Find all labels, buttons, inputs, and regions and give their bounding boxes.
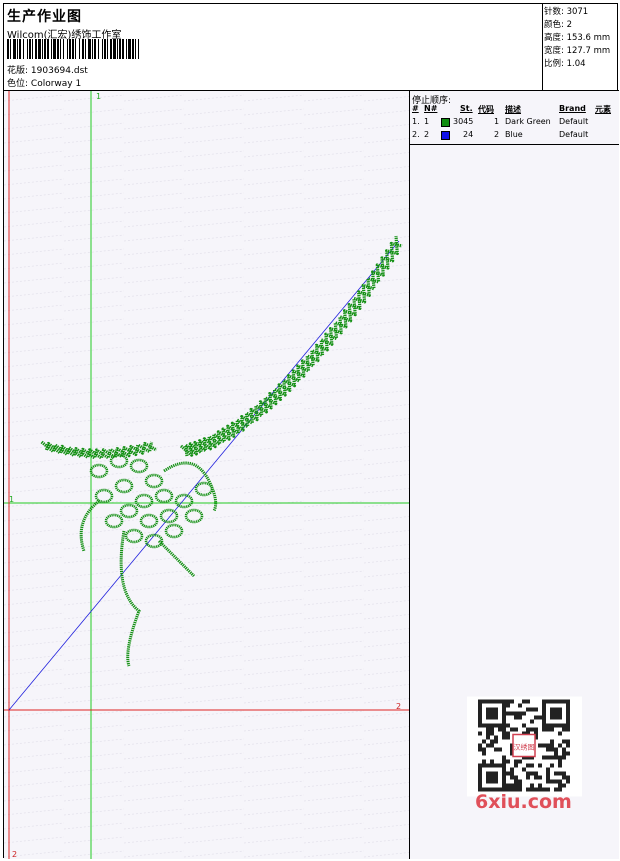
- stop-sequence-table: # N# St. 代码 描述 Brand 元素 1. 1 3045 1 Dark…: [410, 104, 619, 145]
- qr-stamp-text: 汉绣图: [514, 743, 535, 752]
- sheet-title: 生产作业图: [7, 9, 82, 25]
- guide-label-right: 2: [396, 702, 401, 711]
- design-value: 1903694.dst: [30, 66, 88, 76]
- colorway-value: Colorway 1: [30, 79, 82, 89]
- design-file: 花版: 1903694.dst: [7, 63, 88, 76]
- guide-label-top: 1: [96, 92, 101, 101]
- stat-stitches: 针数: 3071: [544, 7, 589, 17]
- stat-scale: 比例: 1.04: [544, 59, 586, 69]
- table-row: 2. 2 24 2 Blue Default: [412, 130, 589, 140]
- design-stats: 针数: 3071 颜色: 2 高度: 153.6 mm 宽度: 127.7 mm…: [542, 4, 619, 90]
- guide-label-bottom: 2: [12, 850, 17, 859]
- embroidery-preview: 1 1 2 2: [4, 91, 409, 859]
- stat-width: 宽度: 127.7 mm: [544, 46, 611, 56]
- fabric-texture: [4, 91, 409, 859]
- barcode: [7, 39, 139, 59]
- design-label: 花版:: [7, 66, 29, 76]
- color-swatch-blue: [441, 131, 450, 140]
- color-swatch-dark-green: [441, 118, 450, 127]
- colorway: 色位: Colorway 1: [7, 76, 81, 89]
- sheet-header: 生产作业图 Wilcom(汇宏)绣饰工作室 花版: 1903694.dst 色位…: [4, 4, 542, 90]
- stat-colors: 颜色: 2: [544, 20, 572, 30]
- colorway-label: 色位:: [7, 79, 29, 89]
- guide-label-left: 1: [9, 495, 14, 504]
- table-row: 1. 1 3045 1 Dark Green Default: [412, 117, 589, 127]
- stat-height: 高度: 153.6 mm: [544, 33, 611, 43]
- design-canvas: 1 1 2 2: [4, 91, 409, 859]
- watermark-text: 6xiu.com: [475, 791, 572, 813]
- table-header: # N# St. 代码 描述 Brand 元素: [412, 104, 611, 114]
